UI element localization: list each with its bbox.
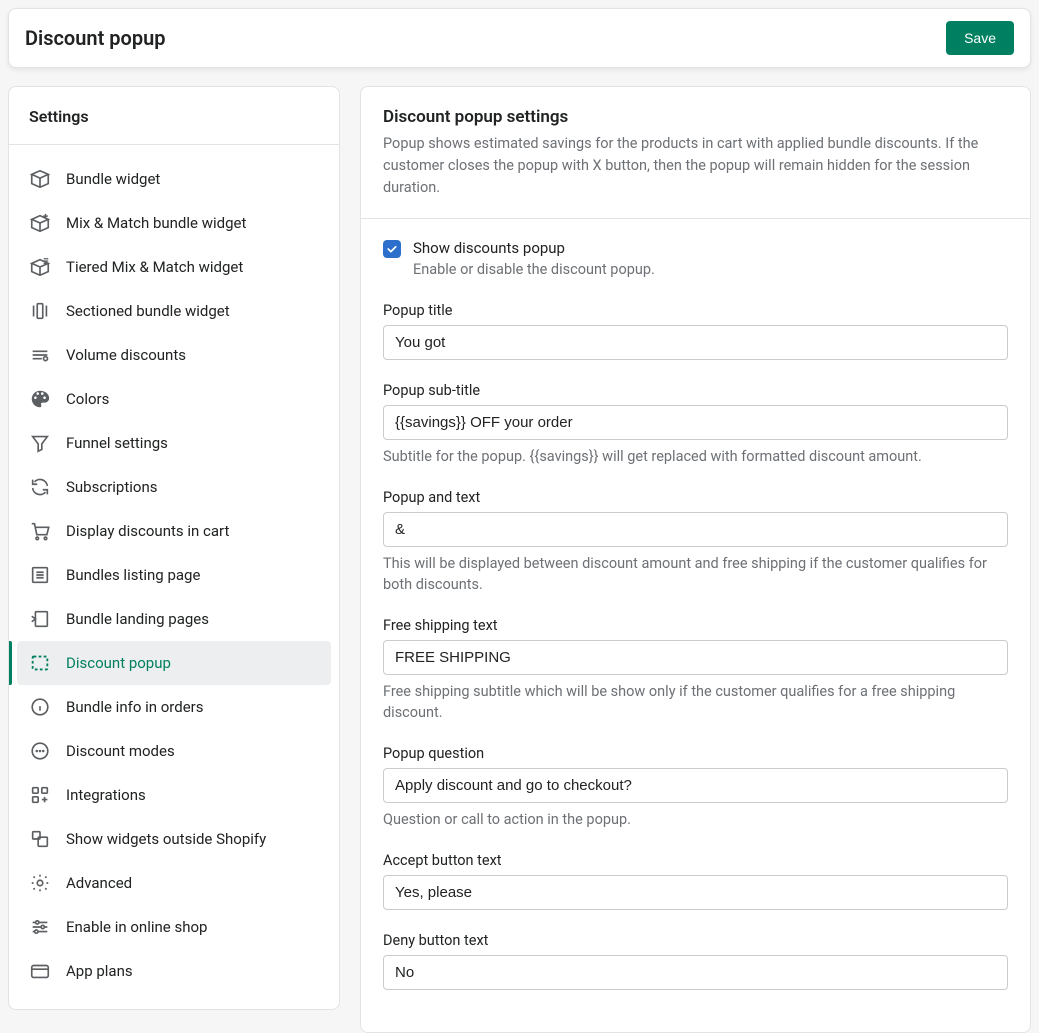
sidebar-item-discount-popup[interactable]: Discount popup (17, 641, 331, 685)
gear-icon (29, 872, 51, 894)
sidebar-item-bundle-widget[interactable]: Bundle widget (17, 157, 331, 201)
sidebar-item-volume-discounts[interactable]: Volume discounts (17, 333, 331, 377)
section-title: Discount popup settings (383, 107, 1008, 127)
sidebar-title: Settings (29, 107, 319, 126)
sidebar-item-label: Tiered Mix & Match widget (66, 258, 243, 276)
sidebar-item-colors[interactable]: Colors (17, 377, 331, 421)
sidebar-item-label: Enable in online shop (66, 918, 207, 936)
box-tiers-icon (29, 256, 51, 278)
show-discounts-popup-checkbox[interactable] (383, 240, 401, 258)
popup-icon (29, 652, 51, 674)
sections-icon (29, 300, 51, 322)
sidebar-item-bundle-landing-pages[interactable]: Bundle landing pages (17, 597, 331, 641)
sliders-icon (29, 916, 51, 938)
accept-button-text-input[interactable] (383, 875, 1008, 910)
sidebar-item-bundles-listing-page[interactable]: Bundles listing page (17, 553, 331, 597)
sidebar-item-funnel-settings[interactable]: Funnel settings (17, 421, 331, 465)
field-help: Free shipping subtitle which will be sho… (383, 681, 1008, 723)
sidebar-item-label: Volume discounts (66, 346, 186, 364)
info-icon (29, 696, 51, 718)
field-label: Popup title (383, 302, 1008, 319)
modes-icon (29, 740, 51, 762)
deny-button-text-input[interactable] (383, 955, 1008, 990)
sidebar-item-label: Sectioned bundle widget (66, 302, 230, 320)
popup-sub-title-input[interactable] (383, 405, 1008, 440)
field-help: Question or call to action in the popup. (383, 809, 1008, 830)
palette-icon (29, 388, 51, 410)
field-label: Popup question (383, 745, 1008, 762)
list-icon (29, 564, 51, 586)
sidebar-item-advanced[interactable]: Advanced (17, 861, 331, 905)
field-label: Accept button text (383, 852, 1008, 869)
sidebar-item-label: Integrations (66, 786, 146, 804)
sidebar-item-label: Bundle widget (66, 170, 160, 188)
refresh-icon (29, 476, 51, 498)
card-icon (29, 960, 51, 982)
popup-question-input[interactable] (383, 768, 1008, 803)
funnel-icon (29, 432, 51, 454)
sidebar-item-label: Mix & Match bundle widget (66, 214, 246, 232)
sidebar-item-label: Funnel settings (66, 434, 168, 452)
sidebar-item-subscriptions[interactable]: Subscriptions (17, 465, 331, 509)
sidebar-item-label: Bundle landing pages (66, 610, 209, 628)
box-plus-icon (29, 212, 51, 234)
sidebar-item-label: App plans (66, 962, 133, 980)
free-shipping-text-input[interactable] (383, 640, 1008, 675)
save-button[interactable]: Save (946, 21, 1014, 55)
field-popup-and-text: Popup and text This will be displayed bet… (383, 489, 1008, 595)
top-bar: Discount popup Save (8, 8, 1031, 68)
main-panel: Discount popup settings Popup shows esti… (360, 86, 1031, 1033)
show-discounts-popup-row: Show discounts popup Enable or disable t… (383, 239, 1008, 278)
external-icon (29, 828, 51, 850)
box-icon (29, 168, 51, 190)
integrations-icon (29, 784, 51, 806)
field-accept-button-text: Accept button text (383, 852, 1008, 910)
field-deny-button-text: Deny button text (383, 932, 1008, 990)
page-import-icon (29, 608, 51, 630)
sidebar-item-mix-match-bundle-widget[interactable]: Mix & Match bundle widget (17, 201, 331, 245)
checkbox-help: Enable or disable the discount popup. (413, 261, 655, 278)
sidebar-item-label: Display discounts in cart (66, 522, 229, 540)
sidebar-item-app-plans[interactable]: App plans (17, 949, 331, 993)
settings-form: Show discounts popup Enable or disable t… (361, 219, 1030, 1032)
discount-icon (29, 344, 51, 366)
field-label: Deny button text (383, 932, 1008, 949)
check-icon (386, 243, 398, 255)
field-popup-title: Popup title (383, 302, 1008, 360)
section-header: Discount popup settings Popup shows esti… (361, 87, 1030, 219)
sidebar-item-display-discounts-in-cart[interactable]: Display discounts in cart (17, 509, 331, 553)
section-description: Popup shows estimated savings for the pr… (383, 133, 1008, 198)
cart-icon (29, 520, 51, 542)
sidebar-item-label: Colors (66, 390, 109, 408)
popup-title-input[interactable] (383, 325, 1008, 360)
sidebar-item-label: Discount modes (66, 742, 175, 760)
field-label: Popup sub-title (383, 382, 1008, 399)
field-popup-sub-title: Popup sub-title Subtitle for the popup. {… (383, 382, 1008, 467)
sidebar-item-bundle-info-in-orders[interactable]: Bundle info in orders (17, 685, 331, 729)
sidebar-item-label: Advanced (66, 874, 132, 892)
sidebar-item-label: Subscriptions (66, 478, 157, 496)
field-help: Subtitle for the popup. {{savings}} will… (383, 446, 1008, 467)
field-label: Free shipping text (383, 617, 1008, 634)
sidebar-item-enable-in-online-shop[interactable]: Enable in online shop (17, 905, 331, 949)
sidebar-header: Settings (9, 87, 339, 145)
checkbox-label: Show discounts popup (413, 239, 655, 257)
sidebar-item-label: Show widgets outside Shopify (66, 830, 266, 848)
field-help: This will be displayed between discount … (383, 553, 1008, 595)
field-label: Popup and text (383, 489, 1008, 506)
sidebar-item-sectioned-bundle-widget[interactable]: Sectioned bundle widget (17, 289, 331, 333)
sidebar-item-integrations[interactable]: Integrations (17, 773, 331, 817)
field-popup-question: Popup question Question or call to action… (383, 745, 1008, 830)
sidebar-item-discount-modes[interactable]: Discount modes (17, 729, 331, 773)
settings-sidebar: Settings Bundle widget Mix & Match bundle… (8, 86, 340, 1010)
field-free-shipping-text: Free shipping text Free shipping subtitle… (383, 617, 1008, 723)
popup-and-text-input[interactable] (383, 512, 1008, 547)
sidebar-item-label: Bundles listing page (66, 566, 200, 584)
sidebar-item-label: Discount popup (66, 654, 171, 672)
sidebar-item-tiered-mix-match-widget[interactable]: Tiered Mix & Match widget (17, 245, 331, 289)
sidebar-item-label: Bundle info in orders (66, 698, 204, 716)
page-title: Discount popup (25, 26, 166, 50)
sidebar-item-show-widgets-outside-shopify[interactable]: Show widgets outside Shopify (17, 817, 331, 861)
